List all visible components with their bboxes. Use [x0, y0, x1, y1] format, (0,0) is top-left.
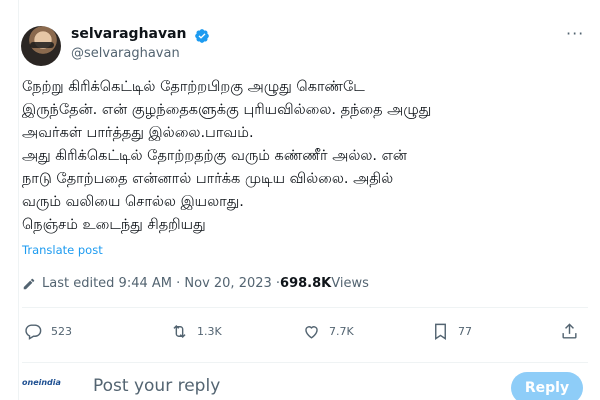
pencil-icon [23, 278, 35, 289]
reply-count: 523 [51, 325, 72, 338]
action-bar: 523 1.3K 7.7K 77 [22, 314, 588, 354]
bookmark-button[interactable]: 77 [431, 322, 472, 341]
post-meta: Last edited 9:44 AM · Nov 20, 2023 · 698… [22, 276, 369, 291]
views-label: Views [331, 276, 369, 291]
repost-count: 1.3K [197, 325, 222, 338]
heart-icon [305, 326, 318, 339]
translate-post-link[interactable]: Translate post [22, 243, 103, 257]
post-line: நேற்று கிரிக்கெட்டில் தோற்றபிறகு அழுது க… [22, 79, 365, 95]
like-button[interactable]: 7.7K [302, 322, 354, 341]
avatar[interactable] [21, 26, 61, 66]
post-text: நேற்று கிரிக்கெட்டில் தோற்றபிறகு அழுது க… [22, 76, 582, 237]
edited-timestamp[interactable]: Last edited 9:44 AM · Nov 20, 2023 · [42, 276, 280, 291]
post-line: அவர்கள் பார்த்தது இல்லை.பாவம். [22, 125, 254, 141]
retweet-icon [173, 324, 186, 339]
post-line: அது கிரிக்கெட்டில் தோற்றதற்கு வரும் கண்ண… [22, 148, 407, 164]
avatar-glasses [30, 42, 54, 48]
author-name[interactable]: selvaraghavan [71, 26, 187, 42]
divider [22, 362, 588, 363]
reply-composer: oneindia Post your reply Reply [22, 372, 588, 400]
post-line: நாடு தோற்பதை என்னால் பார்க்க முடிய வில்ல… [22, 171, 394, 187]
post-line: இருந்தேன். என் குழந்தைகளுக்கு புரியவில்ல… [22, 102, 432, 118]
verified-badge-icon [195, 29, 209, 43]
post-line: நெஞ்சம் உடைந்து சிதறியது [22, 217, 206, 233]
repost-button[interactable]: 1.3K [170, 322, 222, 341]
share-icon [562, 323, 577, 339]
views-count: 698.8K [280, 276, 332, 291]
bookmark-icon [435, 323, 446, 340]
bookmark-count: 77 [458, 325, 472, 338]
like-count: 7.7K [329, 325, 354, 338]
author-handle[interactable]: @selvaraghavan [71, 46, 180, 61]
reply-button[interactable]: 523 [24, 322, 72, 341]
divider [22, 307, 588, 308]
reply-icon [25, 324, 42, 340]
share-button[interactable] [560, 322, 587, 341]
reply-submit-button[interactable]: Reply [511, 372, 583, 400]
reply-input[interactable]: Post your reply [93, 376, 220, 396]
post-line: வரும் வலியை சொல்ல இயலாது. [22, 194, 244, 210]
brand-logo: oneindia [22, 378, 61, 387]
more-options-icon[interactable]: ··· [566, 24, 584, 43]
